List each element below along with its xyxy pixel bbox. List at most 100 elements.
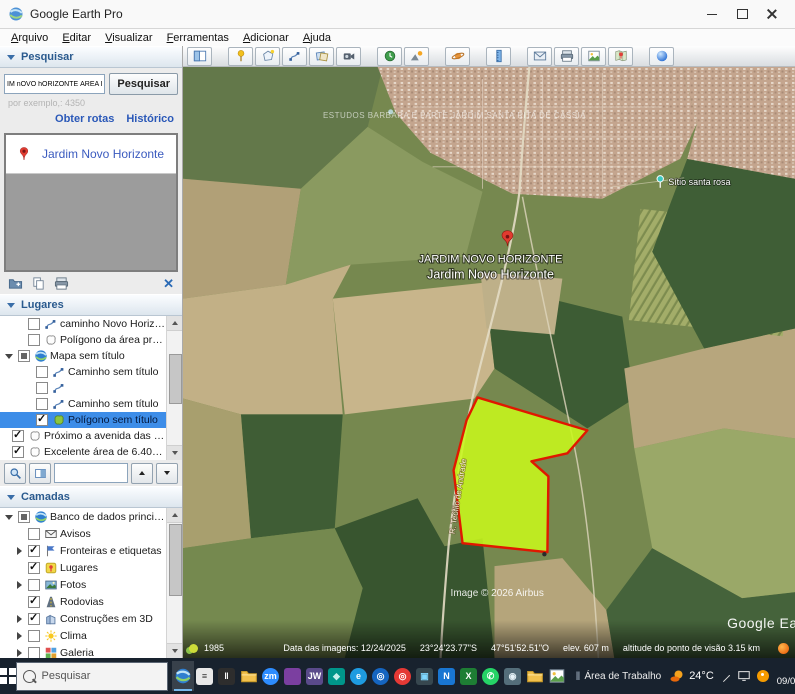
- places-panel-toggle-button[interactable]: [29, 463, 51, 484]
- email-button[interactable]: [527, 47, 552, 66]
- tree-item[interactable]: Fotos: [0, 576, 182, 593]
- google-earth-taskbar-icon[interactable]: [172, 661, 194, 691]
- close-button[interactable]: [757, 3, 787, 25]
- map-view[interactable]: ESTUDOS BARBARA E PARTE JARDIM SANTA RIT…: [183, 67, 795, 658]
- checkbox[interactable]: [18, 511, 30, 523]
- menu-item-arquivo[interactable]: Arquivo: [4, 31, 55, 45]
- expander-icon[interactable]: [2, 349, 16, 363]
- search-result-item[interactable]: Jardim Novo Horizonte: [6, 135, 176, 174]
- minimize-button[interactable]: [697, 3, 727, 25]
- checkbox[interactable]: [12, 430, 24, 442]
- expander-icon[interactable]: [12, 629, 26, 643]
- tree-item[interactable]: caminho Novo Horizonte: [0, 316, 182, 332]
- checkbox[interactable]: [36, 414, 48, 426]
- app-red-ring-taskbar-icon[interactable]: ◎: [392, 661, 414, 691]
- tree-item[interactable]: Construções em 3D: [0, 610, 182, 627]
- move-down-button[interactable]: [156, 463, 178, 484]
- tree-item[interactable]: Galeria: [0, 644, 182, 658]
- checkbox[interactable]: [28, 630, 40, 642]
- menu-item-ferramentas[interactable]: Ferramentas: [160, 31, 236, 45]
- clear-results-button[interactable]: ✕: [163, 277, 174, 290]
- historical-imagery-button[interactable]: [377, 47, 402, 66]
- app-document-taskbar-icon[interactable]: ≡: [194, 661, 216, 691]
- tree-item[interactable]: Lugares: [0, 559, 182, 576]
- view-in-maps-button[interactable]: [608, 47, 633, 66]
- tree-item[interactable]: Polígono da área proximo ao Novo H…: [0, 332, 182, 348]
- tree-item[interactable]: Clima: [0, 627, 182, 644]
- historical-imagery-icon[interactable]: [189, 644, 198, 653]
- tree-item[interactable]: Polígono sem título: [0, 412, 182, 428]
- menu-item-visualizar[interactable]: Visualizar: [98, 31, 160, 45]
- app-teal-taskbar-icon[interactable]: ◆: [326, 661, 348, 691]
- places-filter-input[interactable]: [54, 463, 128, 483]
- tree-item[interactable]: [0, 380, 182, 396]
- places-scrollbar[interactable]: [166, 316, 182, 460]
- expander-icon[interactable]: [2, 510, 16, 524]
- layers-panel-header[interactable]: Camadas: [0, 486, 182, 508]
- app-bars-taskbar-icon[interactable]: ‖: [216, 661, 238, 691]
- expander-icon[interactable]: [12, 544, 26, 558]
- app-purple-taskbar-icon[interactable]: [282, 661, 304, 691]
- weather-widget[interactable]: 24°C: [669, 668, 714, 684]
- jw-library-taskbar-icon[interactable]: JW: [304, 661, 326, 691]
- sunlight-button[interactable]: [404, 47, 429, 66]
- tree-item[interactable]: Próximo a avenida das mangueiras: [0, 428, 182, 444]
- search-button[interactable]: Pesquisar: [109, 73, 178, 95]
- checkbox[interactable]: [28, 613, 40, 625]
- checkbox[interactable]: [36, 398, 48, 410]
- menu-item-editar[interactable]: Editar: [55, 31, 98, 45]
- add-polygon-button[interactable]: [255, 47, 280, 66]
- planets-button[interactable]: [445, 47, 470, 66]
- checkbox[interactable]: [28, 334, 40, 346]
- alert-tray-icon[interactable]: [757, 670, 769, 682]
- get-directions-link[interactable]: Obter rotas: [55, 113, 114, 125]
- photos-app-taskbar-icon[interactable]: [546, 661, 568, 691]
- copy-icon[interactable]: [31, 276, 46, 291]
- places-panel-header[interactable]: Lugares: [0, 294, 182, 316]
- checkbox[interactable]: [12, 446, 24, 458]
- checkbox[interactable]: [28, 596, 40, 608]
- tray-chevron-icon[interactable]: [723, 674, 730, 681]
- app-blue-n-taskbar-icon[interactable]: N: [436, 661, 458, 691]
- checkbox[interactable]: [36, 382, 48, 394]
- taskbar-search[interactable]: Pesquisar: [16, 662, 168, 691]
- tree-item[interactable]: Caminho sem título: [0, 396, 182, 412]
- maximize-button[interactable]: [727, 3, 757, 25]
- ruler-button[interactable]: [486, 47, 511, 66]
- app-green-x-taskbar-icon[interactable]: X: [458, 661, 480, 691]
- checkbox[interactable]: [28, 647, 40, 659]
- hide-sidebar-button[interactable]: [187, 47, 212, 66]
- menu-item-adicionar[interactable]: Adicionar: [236, 31, 296, 45]
- checkbox[interactable]: [28, 545, 40, 557]
- checkbox[interactable]: [28, 579, 40, 591]
- desktop-toolbar-label[interactable]: Área de Trabalho: [584, 671, 661, 682]
- app-blue-ring-taskbar-icon[interactable]: ◎: [370, 661, 392, 691]
- checkbox[interactable]: [18, 350, 30, 362]
- expander-icon[interactable]: [12, 646, 26, 659]
- print-button[interactable]: [554, 47, 579, 66]
- history-link[interactable]: Histórico: [126, 113, 174, 125]
- streetview-pegman-icon[interactable]: [778, 643, 789, 654]
- move-up-button[interactable]: [131, 463, 153, 484]
- add-path-button[interactable]: [282, 47, 307, 66]
- add-image-overlay-button[interactable]: [309, 47, 334, 66]
- taskbar-clock[interactable]: 22:11 09/01/2026: [777, 664, 795, 688]
- app-folder-taskbar-icon[interactable]: [238, 661, 260, 691]
- whatsapp-taskbar-icon[interactable]: ✆: [480, 661, 502, 691]
- layers-scrollbar[interactable]: [166, 508, 182, 658]
- expander-icon[interactable]: [12, 612, 26, 626]
- save-to-places-icon[interactable]: [8, 276, 23, 291]
- add-placemark-button[interactable]: [228, 47, 253, 66]
- places-search-button[interactable]: [4, 463, 26, 484]
- expander-icon[interactable]: [12, 578, 26, 592]
- checkbox[interactable]: [36, 366, 48, 378]
- tree-item[interactable]: Banco de dados principal: [0, 508, 182, 525]
- record-tour-button[interactable]: [336, 47, 361, 66]
- edge-browser-taskbar-icon[interactable]: e: [348, 661, 370, 691]
- file-explorer-taskbar-icon[interactable]: [524, 661, 546, 691]
- menu-item-ajuda[interactable]: Ajuda: [296, 31, 338, 45]
- zoom-taskbar-icon[interactable]: zm: [260, 661, 282, 691]
- checkbox[interactable]: [28, 528, 40, 540]
- tree-item[interactable]: Excelente área de 6.400 m² no centro: [0, 444, 182, 460]
- save-image-button[interactable]: [581, 47, 606, 66]
